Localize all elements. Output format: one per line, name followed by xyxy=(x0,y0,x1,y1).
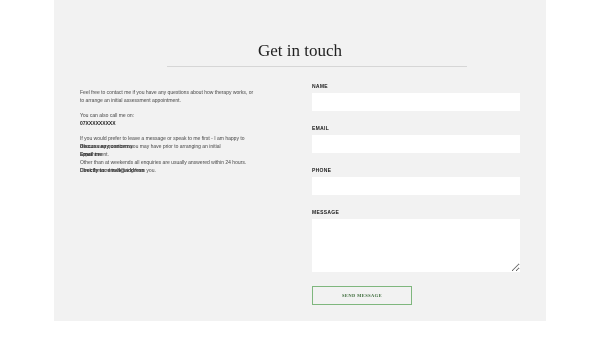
phone-number[interactable]: 07XXXXXXXXX xyxy=(80,120,260,128)
intro-line: discuss any questions you may have prior… xyxy=(80,143,260,151)
message-field[interactable] xyxy=(312,219,520,272)
phone-field[interactable] xyxy=(312,177,520,195)
overlap-text: Directly to: email@address xyxy=(80,168,145,174)
intro-line: I look forward to hearing from you. Dire… xyxy=(80,167,260,175)
phone-label: PHONE xyxy=(312,168,332,174)
message-label: MESSAGE xyxy=(312,210,340,216)
overlap-text: Email me xyxy=(80,152,102,158)
intro-line: appointment. Email me xyxy=(80,151,260,159)
title-divider xyxy=(167,66,467,67)
name-label: NAME xyxy=(312,84,328,90)
contact-form: NAME EMAIL PHONE MESSAGE SEND MESSAGE xyxy=(312,84,520,305)
intro-line: If you would prefer to leave a message o… xyxy=(80,136,245,142)
email-field[interactable] xyxy=(312,135,520,153)
intro-line: Feel free to contact me if you have any … xyxy=(80,90,254,96)
intro-line: to arrange an initial assessment appoint… xyxy=(80,98,181,104)
send-message-button[interactable]: SEND MESSAGE xyxy=(312,286,412,305)
call-text: You can also call me on: xyxy=(80,113,135,119)
page-title: Get in touch xyxy=(257,41,343,60)
name-field[interactable] xyxy=(312,93,520,111)
contact-intro: Feel free to contact me if you have any … xyxy=(80,89,260,175)
intro-line: Other than at weekends all enquiries are… xyxy=(80,160,247,166)
contact-panel: Get in touch Feel free to contact me if … xyxy=(54,0,546,321)
email-label: EMAIL xyxy=(312,126,330,132)
overlap-text: Discuss any concerns xyxy=(80,144,133,150)
